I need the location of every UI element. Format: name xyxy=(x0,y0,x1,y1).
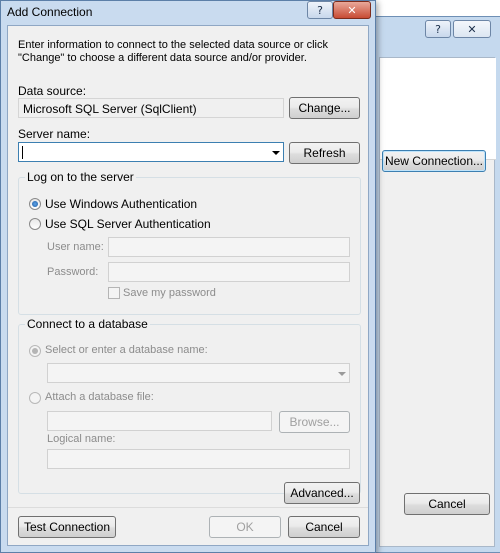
data-source-label: Data source: xyxy=(18,84,87,98)
logon-group: Log on to the server Use Windows Authent… xyxy=(18,170,361,315)
background-dialog-body: New Connection... Cancel xyxy=(379,57,496,547)
password-field[interactable] xyxy=(108,262,350,282)
help-icon: ? xyxy=(435,22,441,36)
add-connection-dialog: Add Connection ? ✕ Enter information to … xyxy=(0,0,376,553)
close-icon: ✕ xyxy=(467,22,477,36)
new-connection-label: New Connection... xyxy=(384,154,484,168)
browse-button[interactable]: Browse... xyxy=(279,411,350,433)
refresh-label: Refresh xyxy=(303,146,346,160)
sql-auth-radio[interactable] xyxy=(29,218,41,230)
close-button[interactable]: ✕ xyxy=(333,1,371,19)
ok-label: OK xyxy=(236,520,254,534)
attach-database-label[interactable]: Attach a database file: xyxy=(45,391,154,403)
cancel-button[interactable]: Cancel xyxy=(288,516,360,538)
windows-auth-label[interactable]: Use Windows Authentication xyxy=(45,197,197,211)
text-cursor xyxy=(22,146,23,159)
server-name-label: Server name: xyxy=(18,127,91,141)
new-connection-button[interactable]: New Connection... xyxy=(382,150,486,172)
username-field[interactable] xyxy=(108,237,350,257)
database-group-title: Connect to a database xyxy=(25,317,150,331)
background-white-panel xyxy=(380,58,496,160)
test-connection-label: Test Connection xyxy=(23,520,111,534)
intro-text: Enter information to connect to the sele… xyxy=(18,39,328,64)
background-dialog: ? ✕ New Connection... Cancel xyxy=(372,16,500,553)
separator xyxy=(8,507,368,508)
data-source-field: Microsoft SQL Server (SqlClient) xyxy=(18,98,284,118)
close-icon: ✕ xyxy=(347,3,357,17)
database-group: Connect to a database Select or enter a … xyxy=(18,317,361,494)
help-button[interactable]: ? xyxy=(307,1,333,19)
data-source-value: Microsoft SQL Server (SqlClient) xyxy=(23,102,197,116)
database-name-combobox[interactable] xyxy=(47,363,350,383)
logical-name-field[interactable] xyxy=(47,449,350,469)
logon-group-title: Log on to the server xyxy=(25,170,136,184)
server-name-combobox[interactable] xyxy=(18,142,284,162)
browse-label: Browse... xyxy=(289,415,340,429)
test-connection-button[interactable]: Test Connection xyxy=(18,516,116,538)
logical-name-label: Logical name: xyxy=(47,433,116,445)
background-help-button[interactable]: ? xyxy=(425,20,451,38)
select-database-radio[interactable] xyxy=(29,345,41,357)
attach-database-radio[interactable] xyxy=(29,392,41,404)
username-label: User name: xyxy=(47,241,104,253)
dialog-body: Enter information to connect to the sele… xyxy=(7,25,369,546)
sql-auth-label[interactable]: Use SQL Server Authentication xyxy=(45,217,211,231)
chevron-down-icon[interactable] xyxy=(338,372,346,376)
background-cancel-button[interactable]: Cancel xyxy=(404,493,490,515)
change-button[interactable]: Change... xyxy=(289,97,360,119)
save-password-label[interactable]: Save my password xyxy=(123,287,216,299)
chevron-down-icon[interactable] xyxy=(272,151,280,155)
windows-auth-radio[interactable] xyxy=(29,198,41,210)
background-cancel-label: Cancel xyxy=(428,497,466,511)
advanced-label: Advanced... xyxy=(290,486,354,500)
save-password-checkbox[interactable] xyxy=(108,287,120,299)
help-icon: ? xyxy=(317,3,323,17)
cancel-label: Cancel xyxy=(305,520,343,534)
password-label: Password: xyxy=(47,266,99,278)
window-title: Add Connection xyxy=(7,5,93,19)
change-label: Change... xyxy=(298,101,351,115)
ok-button[interactable]: OK xyxy=(209,516,281,538)
advanced-button[interactable]: Advanced... xyxy=(284,482,360,504)
select-database-label[interactable]: Select or enter a database name: xyxy=(45,344,208,356)
background-close-button[interactable]: ✕ xyxy=(453,20,491,38)
attach-file-field[interactable] xyxy=(47,411,272,431)
refresh-button[interactable]: Refresh xyxy=(289,142,360,164)
